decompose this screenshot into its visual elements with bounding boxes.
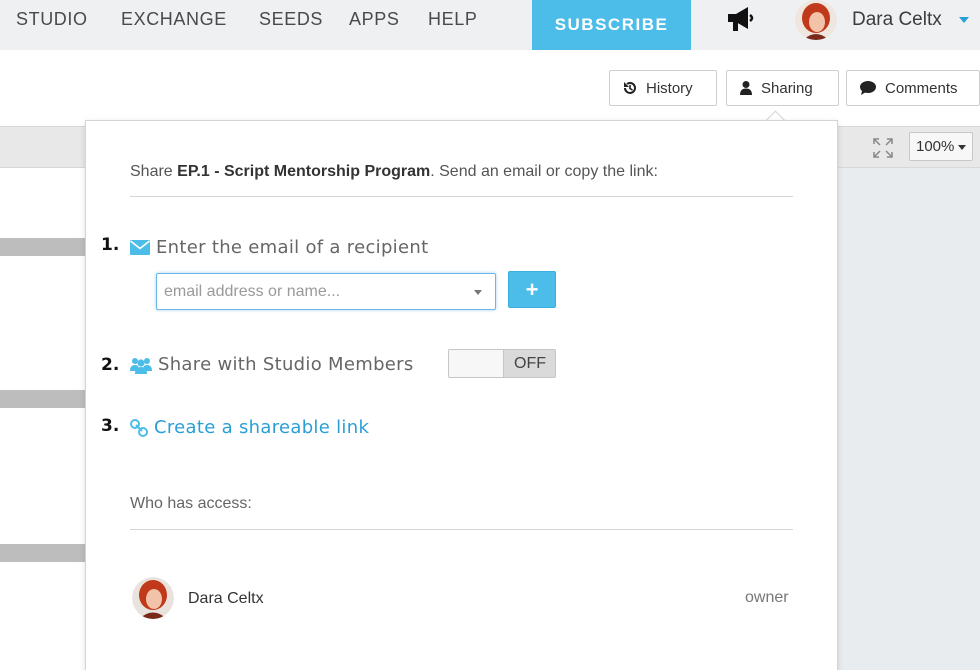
- step-2-number: 2.: [101, 355, 120, 375]
- access-title: Who has access:: [130, 495, 252, 512]
- history-label: History: [646, 79, 693, 97]
- nav-help[interactable]: HELP: [428, 9, 477, 30]
- member-name: Dara Celtx: [188, 590, 264, 607]
- step-2-label: Share with Studio Members: [158, 354, 414, 375]
- comment-icon: [860, 81, 876, 95]
- divider: [130, 196, 793, 197]
- nav-exchange[interactable]: EXCHANGE: [121, 9, 227, 30]
- user-menu-caret-icon[interactable]: [959, 17, 969, 23]
- top-navigation: STUDIO EXCHANGE SEEDS APPS HELP SUBSCRIB…: [0, 0, 980, 50]
- fullscreen-icon[interactable]: [872, 137, 894, 159]
- document-title: EP.1 - Script Mentorship Program: [177, 163, 431, 180]
- zoom-select[interactable]: 100%: [909, 132, 973, 161]
- share-description: Share EP.1 - Script Mentorship Program. …: [130, 163, 658, 181]
- script-line: [0, 544, 86, 562]
- document-toolbar: History Sharing Comments: [0, 50, 980, 126]
- envelope-icon: [130, 240, 150, 255]
- zoom-caret-icon: [958, 145, 966, 150]
- toggle-state: OFF: [503, 350, 555, 377]
- nav-apps[interactable]: APPS: [349, 9, 399, 30]
- nav-studio[interactable]: STUDIO: [16, 9, 88, 30]
- member-role: owner: [745, 589, 789, 606]
- history-icon: [624, 82, 636, 94]
- subscribe-button[interactable]: SUBSCRIBE: [532, 0, 691, 50]
- script-line: [0, 238, 86, 256]
- script-line: [0, 390, 86, 408]
- nav-seeds[interactable]: SEEDS: [259, 9, 323, 30]
- megaphone-icon[interactable]: [724, 4, 758, 34]
- create-link[interactable]: Create a shareable link: [130, 417, 369, 438]
- step-3-label[interactable]: Create a shareable link: [154, 417, 369, 438]
- comments-label: Comments: [885, 79, 958, 97]
- history-button[interactable]: History: [609, 70, 717, 106]
- email-dropdown-caret-icon[interactable]: [474, 290, 482, 295]
- step-1: Enter the email of a recipient: [130, 237, 428, 258]
- comments-button[interactable]: Comments: [846, 70, 980, 106]
- sharing-popover: Share EP.1 - Script Mentorship Program. …: [85, 120, 838, 670]
- user-name[interactable]: Dara Celtx: [852, 9, 942, 31]
- member-avatar: [132, 577, 174, 619]
- sharing-button[interactable]: Sharing: [726, 70, 839, 106]
- toggle-knob: [449, 350, 503, 377]
- studio-members-toggle[interactable]: OFF: [448, 349, 556, 378]
- email-input[interactable]: email address or name...: [156, 273, 496, 310]
- email-placeholder: email address or name...: [164, 282, 341, 300]
- step-1-number: 1.: [101, 235, 120, 255]
- user-avatar[interactable]: [795, 0, 837, 40]
- step-1-label: Enter the email of a recipient: [156, 237, 429, 258]
- zoom-value: 100%: [916, 138, 955, 155]
- step-3-number: 3.: [101, 416, 120, 436]
- person-icon: [740, 81, 752, 95]
- script-page: [0, 168, 86, 670]
- share-prefix: Share: [130, 163, 178, 180]
- divider: [130, 529, 793, 530]
- step-2: Share with Studio Members: [130, 354, 414, 375]
- share-suffix: . Send an email or copy the link:: [430, 163, 658, 180]
- sharing-label: Sharing: [761, 79, 813, 97]
- link-icon: [130, 418, 148, 437]
- add-recipient-button[interactable]: +: [508, 271, 556, 308]
- group-icon: [130, 357, 152, 374]
